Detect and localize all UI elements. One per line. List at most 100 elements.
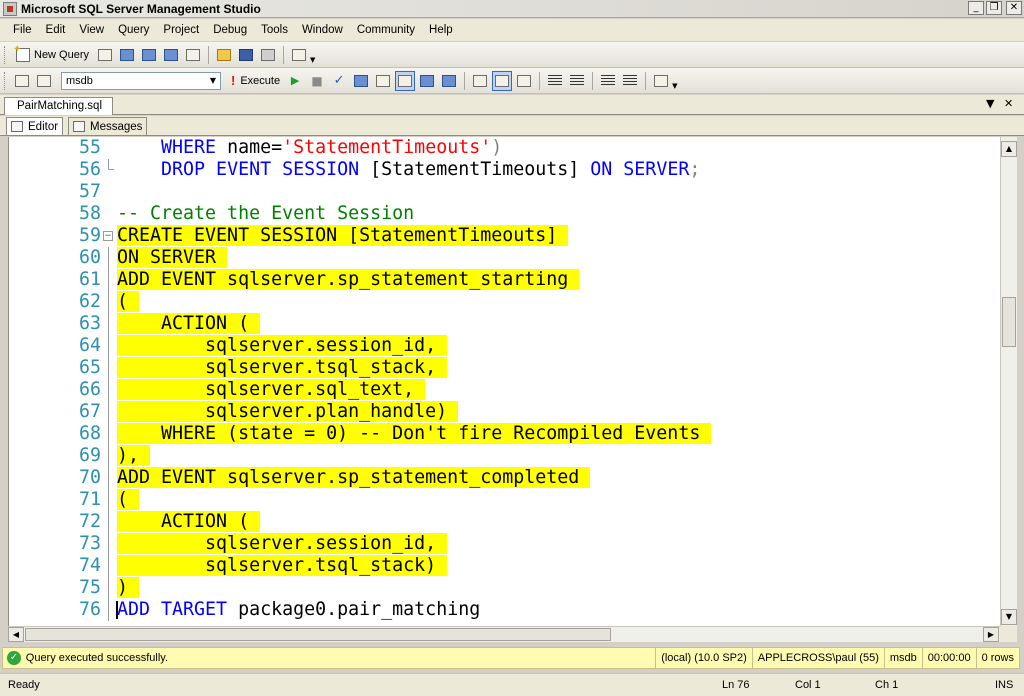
include-actual-plan-button[interactable] bbox=[439, 71, 459, 91]
code-line[interactable]: 71 ( bbox=[9, 489, 1000, 511]
analysis-dmx-query-button[interactable] bbox=[139, 45, 159, 65]
code-token: ), bbox=[117, 445, 151, 466]
compact-query-button[interactable] bbox=[183, 45, 203, 65]
code-line[interactable]: 62 ( bbox=[9, 291, 1000, 313]
menu-file[interactable]: File bbox=[6, 24, 39, 36]
analysis-xmla-query-button[interactable] bbox=[161, 45, 181, 65]
outline-region-line bbox=[108, 577, 109, 599]
menu-edit[interactable]: Edit bbox=[39, 24, 73, 36]
include-client-stats-button[interactable] bbox=[417, 71, 437, 91]
parse-button[interactable]: ✓ bbox=[329, 71, 349, 91]
vertical-scrollbar[interactable]: ▲ ▼ bbox=[1000, 137, 1017, 626]
menu-tools[interactable]: Tools bbox=[254, 24, 295, 36]
code-line[interactable]: 61 ADD EVENT sqlserver.sp_statement_start… bbox=[9, 269, 1000, 291]
code-line[interactable]: 68 WHERE (state = 0) -- Don't fire Recom… bbox=[9, 423, 1000, 445]
status-char: Ch 1 bbox=[875, 679, 899, 691]
code-line[interactable]: 55 WHERE name='StatementTimeouts') bbox=[9, 137, 1000, 159]
outline-region-line bbox=[108, 291, 109, 313]
specify-template-values-button[interactable] bbox=[651, 71, 671, 91]
code-line[interactable]: 63 ACTION ( bbox=[9, 313, 1000, 335]
query-designer-button[interactable] bbox=[373, 71, 393, 91]
menu-debug[interactable]: Debug bbox=[206, 24, 254, 36]
checkmark-icon: ✓ bbox=[333, 73, 345, 88]
menu-project[interactable]: Project bbox=[156, 24, 206, 36]
tab-messages[interactable]: Messages bbox=[68, 117, 148, 136]
analysis-mdx-query-button[interactable] bbox=[117, 45, 137, 65]
code-line[interactable]: 60 ON SERVER bbox=[9, 247, 1000, 269]
code-line[interactable]: 69), bbox=[9, 445, 1000, 467]
code-line[interactable]: 75) bbox=[9, 577, 1000, 599]
chevron-down-icon[interactable]: ▼ bbox=[206, 73, 220, 89]
collapse-region-icon[interactable]: − bbox=[103, 231, 113, 241]
menu-community[interactable]: Community bbox=[350, 24, 422, 36]
open-file-button[interactable] bbox=[214, 45, 234, 65]
print-button[interactable] bbox=[258, 45, 278, 65]
vertical-scroll-thumb[interactable] bbox=[1002, 297, 1016, 347]
activity-monitor-button[interactable] bbox=[289, 45, 309, 65]
results-to-file-button[interactable] bbox=[514, 71, 534, 91]
horizontal-scrollbar[interactable]: ◀ ▶ bbox=[8, 626, 1000, 642]
new-query-button[interactable]: New Query bbox=[11, 44, 94, 65]
code-token: sqlserver.session_id, bbox=[117, 533, 448, 554]
code-line[interactable]: 76 ADD TARGET package0.pair_matching bbox=[9, 599, 1000, 621]
menu-query[interactable]: Query bbox=[111, 24, 156, 36]
decrease-indent-button[interactable] bbox=[598, 71, 618, 91]
menu-window[interactable]: Window bbox=[295, 24, 350, 36]
code-line[interactable]: 74 sqlserver.tsql_stack) bbox=[9, 555, 1000, 577]
database-engine-query-button[interactable] bbox=[95, 45, 115, 65]
toolbar-grip[interactable] bbox=[4, 71, 7, 90]
results-to-text-button[interactable] bbox=[470, 71, 490, 91]
code-line[interactable]: 72 ACTION ( bbox=[9, 511, 1000, 533]
database-select[interactable]: msdb ▼ bbox=[61, 71, 221, 90]
code-line[interactable]: 64 sqlserver.session_id, bbox=[9, 335, 1000, 357]
change-connection-button[interactable] bbox=[34, 71, 54, 91]
close-button[interactable]: ✕ bbox=[1006, 1, 1022, 15]
results-to-grid-button[interactable] bbox=[492, 70, 513, 91]
code-editor[interactable]: 55 WHERE name='StatementTimeouts') 56 DRO… bbox=[8, 137, 1000, 626]
uncomment-selection-button[interactable] bbox=[567, 71, 587, 91]
ssms-app-icon[interactable] bbox=[3, 1, 17, 16]
comment-selection-button[interactable] bbox=[545, 71, 565, 91]
code-line[interactable]: 67 sqlserver.plan_handle) bbox=[9, 401, 1000, 423]
toolbar-overflow-icon[interactable]: ▼ bbox=[672, 72, 680, 90]
scroll-right-arrow-icon[interactable]: ▶ bbox=[983, 627, 999, 642]
code-token: 'StatementTimeouts' bbox=[282, 137, 492, 158]
code-line[interactable]: 65 sqlserver.tsql_stack, bbox=[9, 357, 1000, 379]
menu-view[interactable]: View bbox=[72, 24, 111, 36]
debug-button[interactable]: ▶ bbox=[285, 71, 305, 91]
outline-region-line bbox=[108, 555, 109, 577]
increase-indent-button[interactable] bbox=[620, 71, 640, 91]
code-line[interactable]: 56 DROP EVENT SESSION [StatementTimeouts… bbox=[9, 159, 1000, 181]
code-line[interactable]: 66 sqlserver.sql_text, bbox=[9, 379, 1000, 401]
tab-pairmatching-sql[interactable]: PairMatching.sql bbox=[4, 97, 114, 115]
code-line[interactable]: 70 ADD EVENT sqlserver.sp_statement_compl… bbox=[9, 467, 1000, 489]
execute-button[interactable]: ! Execute bbox=[227, 73, 284, 88]
tab-editor[interactable]: Editor bbox=[6, 117, 64, 136]
cancel-query-button[interactable]: ■ bbox=[307, 71, 327, 91]
elapsed-time: 00:00:00 bbox=[921, 648, 976, 668]
code-line[interactable]: 59 CREATE EVENT SESSION [StatementTimeout… bbox=[9, 225, 1000, 247]
code-line[interactable]: 57 bbox=[9, 181, 1000, 203]
horizontal-scroll-thumb[interactable] bbox=[25, 628, 611, 641]
display-estimated-plan-button[interactable] bbox=[351, 71, 371, 91]
scroll-left-arrow-icon[interactable]: ◀ bbox=[8, 627, 24, 642]
line-number: 67 bbox=[78, 401, 101, 422]
toolbar-grip[interactable] bbox=[4, 45, 7, 64]
menu-help[interactable]: Help bbox=[422, 24, 460, 36]
scroll-down-arrow-icon[interactable]: ▼ bbox=[1001, 609, 1017, 625]
results-to-grid-toggle[interactable] bbox=[395, 70, 416, 91]
scroll-up-arrow-icon[interactable]: ▲ bbox=[1001, 141, 1017, 157]
minimize-button[interactable]: _ bbox=[968, 1, 984, 15]
line-number: 58 bbox=[78, 203, 101, 224]
code-text: sqlserver.tsql_stack, bbox=[117, 357, 448, 379]
save-button[interactable] bbox=[236, 45, 256, 65]
code-text: ADD EVENT sqlserver.sp_statement_complet… bbox=[117, 467, 591, 489]
close-document-icon[interactable]: ✕ bbox=[1004, 97, 1013, 110]
line-number: 70 bbox=[78, 467, 101, 488]
restore-button[interactable]: ❐ bbox=[986, 1, 1002, 15]
connect-button[interactable] bbox=[12, 71, 32, 91]
document-list-dropdown-icon[interactable]: ▼ bbox=[986, 97, 994, 110]
code-line[interactable]: 73 sqlserver.session_id, bbox=[9, 533, 1000, 555]
code-line[interactable]: 58 -- Create the Event Session bbox=[9, 203, 1000, 225]
toolbar-overflow-icon[interactable]: ▼ bbox=[310, 46, 318, 64]
